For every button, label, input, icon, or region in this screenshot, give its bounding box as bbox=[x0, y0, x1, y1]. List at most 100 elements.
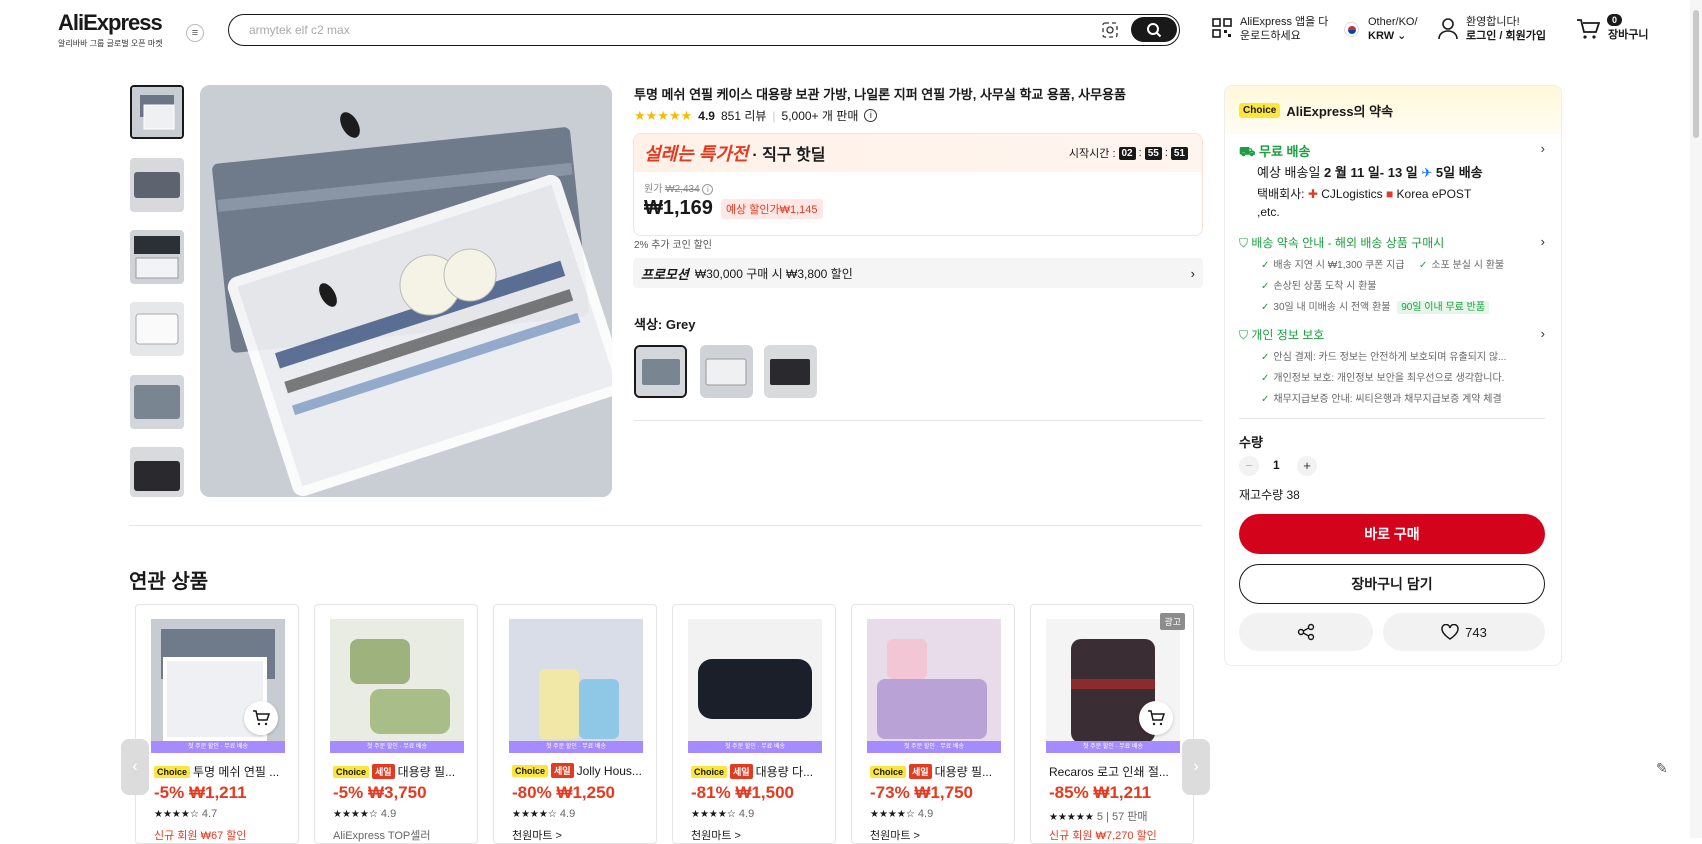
deal-subtitle: · 직구 핫딜 bbox=[752, 147, 826, 164]
account-link[interactable]: 환영합니다! 로그인 / 회원가입 bbox=[1466, 15, 1546, 43]
product-card[interactable]: 첫 주문 할인 · 무료 배송 Choice 세일 대용량 다... -81% ₩1… bbox=[672, 604, 836, 844]
star-rating-icon: ★★★★☆ bbox=[870, 809, 915, 820]
edit-icon[interactable]: ✎ bbox=[1656, 760, 1668, 777]
share-button[interactable] bbox=[1239, 613, 1373, 651]
cart-icon[interactable] bbox=[1576, 18, 1601, 45]
gallery-thumbnail[interactable] bbox=[130, 447, 184, 497]
user-icon[interactable] bbox=[1438, 18, 1458, 45]
guarantee-row[interactable]: ⛉ 배송 약속 안내 - 해외 배송 상품 구매시 bbox=[1239, 234, 1444, 251]
ad-badge: 광고 bbox=[1160, 613, 1185, 630]
gallery-thumbnail[interactable] bbox=[130, 230, 184, 284]
carrier-1: CJLogistics bbox=[1321, 187, 1383, 201]
menu-icon[interactable]: ≡ bbox=[186, 24, 204, 42]
gallery-thumbnail[interactable] bbox=[130, 158, 184, 212]
product-card[interactable]: 첫 주문 할인 · 무료 배송 Choice 투명 메쉬 연필 ... -5% ₩… bbox=[135, 604, 299, 844]
product-card-image bbox=[330, 619, 464, 753]
color-swatch-grey[interactable] bbox=[634, 345, 687, 398]
cart-label[interactable]: 장바구니 bbox=[1608, 28, 1648, 42]
search-input[interactable] bbox=[249, 21, 1069, 39]
promo-strip: 첫 주문 할인 · 무료 배송 bbox=[151, 741, 285, 753]
camera-search-icon[interactable] bbox=[1101, 21, 1119, 39]
app-line1: AliExpress 앱을 다 bbox=[1240, 16, 1329, 28]
choice-badge: Choice bbox=[333, 765, 370, 778]
product-card[interactable]: 첫 주문 할인 · 무료 배송 Choice 세일 Jolly Hous... -8… bbox=[493, 604, 657, 844]
info-icon[interactable]: i bbox=[702, 184, 714, 195]
timer-label: 시작시간 : bbox=[1068, 148, 1116, 160]
check-icon: ✓ bbox=[1261, 394, 1270, 405]
product-card-extra[interactable]: 천원마트 > bbox=[512, 827, 562, 843]
coin-discount: 2% 추가 코인 할인 bbox=[634, 240, 712, 251]
add-to-cart-icon[interactable] bbox=[1139, 701, 1173, 735]
color-swatch-white[interactable] bbox=[700, 345, 753, 398]
check-icon: ✓ bbox=[1261, 281, 1270, 292]
region-selector[interactable]: Other/KO/ KRW ⌄ bbox=[1368, 15, 1418, 43]
product-name-text: 대용량 다... bbox=[755, 765, 814, 779]
rating-value: 4.9 bbox=[698, 108, 715, 123]
promotion-row[interactable]: 프로모션 ₩30,000 구매 시 ₩3,800 할인 › bbox=[633, 258, 1203, 288]
product-name-text: 투명 메쉬 연필 ... bbox=[193, 765, 280, 779]
product-card-extra[interactable]: 천원마트 > bbox=[870, 827, 920, 843]
product-card-extra: AliExpress TOP셀러 bbox=[333, 830, 431, 842]
product-card[interactable]: 첫 주문 할인 · 무료 배송 Choice 세일 대용량 필... -73% ₩1… bbox=[851, 604, 1015, 844]
product-card-image bbox=[688, 619, 822, 753]
login-signup: 로그인 / 회원가입 bbox=[1466, 30, 1547, 42]
gallery-thumbnail[interactable] bbox=[130, 85, 184, 139]
search-icon bbox=[1147, 22, 1162, 37]
add-to-cart-button[interactable]: 장바구니 담기 bbox=[1239, 564, 1545, 604]
promo-strip: 첫 주문 할인 · 무료 배송 bbox=[509, 741, 643, 753]
privacy-row[interactable]: ⛉ 개인 정보 보호 bbox=[1239, 326, 1324, 343]
app-download-link[interactable]: AliExpress 앱을 다 운로드하세요 bbox=[1240, 15, 1328, 43]
product-name-text: Jolly Hous... bbox=[576, 763, 642, 778]
original-price-row: 원가 ₩2,434 i bbox=[644, 180, 1192, 195]
rating-value: 4.9 bbox=[380, 808, 397, 820]
product-card[interactable]: 첫 주문 할인 · 무료 배송 Choice 세일 대용량 필... -5% ₩3,… bbox=[314, 604, 478, 844]
main-product-image[interactable] bbox=[200, 85, 612, 497]
divider bbox=[129, 525, 1202, 526]
product-card-rating: ★★★★☆ 4.9 bbox=[512, 808, 575, 820]
info-icon[interactable]: i bbox=[864, 109, 878, 122]
welcome-text: 환영합니다! bbox=[1466, 16, 1520, 28]
quantity-increase-button[interactable]: + bbox=[1297, 456, 1317, 476]
buy-now-button[interactable]: 바로 구매 bbox=[1239, 514, 1545, 554]
truck-icon: ⛟ bbox=[1239, 144, 1256, 159]
product-card-extra: 신규 회원 ₩7,270 할인 bbox=[1049, 830, 1157, 842]
check-icon: ✓ bbox=[1419, 260, 1428, 271]
review-count[interactable]: 851 리뷰 bbox=[721, 107, 766, 124]
guarantee-text: 손상된 상품 도착 시 환불 bbox=[1273, 281, 1377, 292]
chevron-right-icon[interactable]: › bbox=[1541, 326, 1545, 341]
chevron-down-icon: ⌄ bbox=[1397, 30, 1407, 42]
search-button[interactable] bbox=[1131, 17, 1177, 42]
privacy-text: 채무지급보증 안내: 씨티은행과 채무지급보증 계약 체결 bbox=[1273, 394, 1502, 405]
product-card-extra[interactable]: 천원마트 > bbox=[691, 827, 741, 843]
price-area: 원가 ₩2,434 i ₩1,169 예상 할인가₩1,145 bbox=[634, 172, 1202, 228]
rating-value: 4.9 bbox=[738, 808, 755, 820]
shield-icon: ⛉ bbox=[1239, 236, 1249, 250]
gallery-thumbnail[interactable] bbox=[130, 302, 184, 356]
aliexpress-logo[interactable]: AliExpress 알리바바 그룹 글로벌 오픈 마켓 bbox=[58, 10, 163, 49]
color-swatch-black[interactable] bbox=[764, 345, 817, 398]
deal-banner: 설레는 특가전 · 직구 핫딜 시작시간 : 02: 55: 51 bbox=[634, 134, 1202, 172]
rating-row: ★★★★★ 4.9 851 리뷰 | 5,000+ 개 판매 i bbox=[634, 107, 878, 124]
free-shipping-row[interactable]: ⛟ 무료 배송 bbox=[1239, 141, 1310, 162]
carousel-next-button[interactable]: › bbox=[1182, 739, 1210, 795]
scrollbar-thumb[interactable] bbox=[1693, 10, 1699, 138]
choice-badge: Choice bbox=[870, 765, 907, 778]
wishlist-button[interactable]: 743 bbox=[1383, 613, 1545, 651]
qr-icon[interactable] bbox=[1212, 18, 1232, 43]
add-to-cart-icon[interactable] bbox=[244, 701, 278, 735]
product-card[interactable]: 첫 주문 할인 · 무료 배송 광고 Recaros 로고 인쇄 절... -8… bbox=[1030, 604, 1194, 844]
quantity-decrease-button[interactable]: − bbox=[1239, 456, 1259, 476]
product-card-rating: ★★★★☆ 4.9 bbox=[870, 808, 933, 820]
carousel-prev-button[interactable]: ‹ bbox=[121, 739, 149, 795]
currency: KRW bbox=[1368, 30, 1395, 42]
choice-badge: Choice bbox=[154, 765, 191, 778]
product-title: 투명 메쉬 연필 케이스 대용량 보관 가방, 나일론 지퍼 연필 가방, 사무… bbox=[634, 87, 1126, 102]
choice-header: Choice AliExpress의 약속 bbox=[1225, 86, 1561, 134]
quantity-value[interactable]: 1 bbox=[1273, 458, 1280, 472]
chevron-right-icon[interactable]: › bbox=[1541, 141, 1545, 156]
chevron-right-icon[interactable]: › bbox=[1541, 234, 1545, 249]
gallery-thumbnail[interactable] bbox=[130, 375, 184, 429]
star-rating-icon: ★★★★★ bbox=[1049, 812, 1094, 823]
deal-brand: 설레는 특가전 bbox=[644, 144, 749, 164]
current-price: ₩1,169 bbox=[644, 197, 713, 219]
